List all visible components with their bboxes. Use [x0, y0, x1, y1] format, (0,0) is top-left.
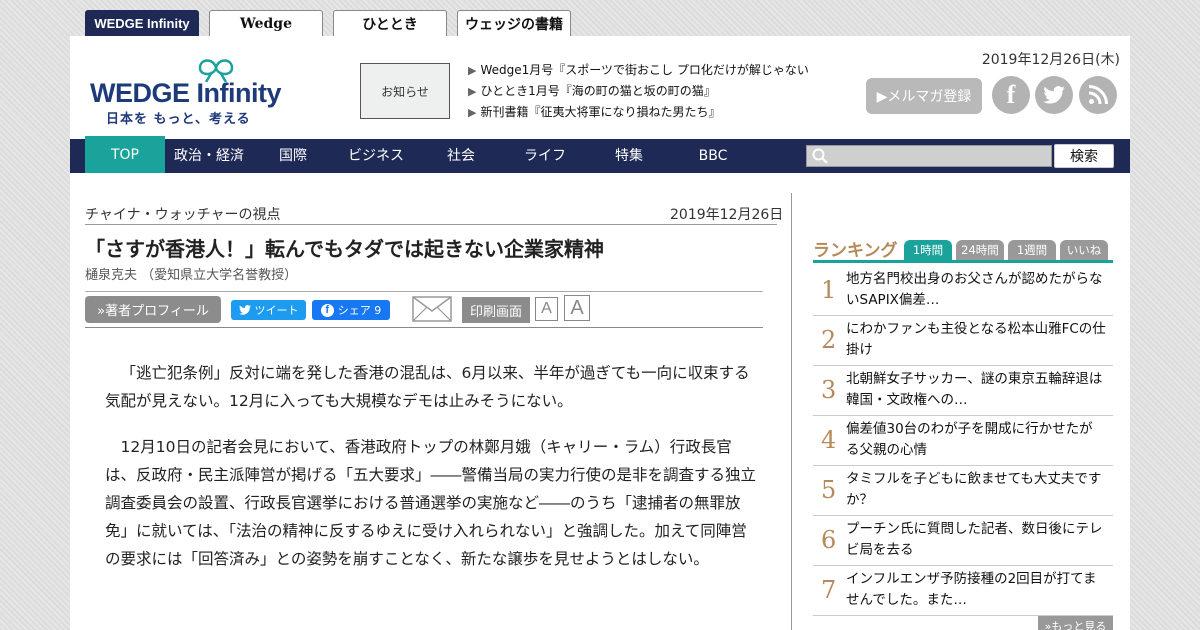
ranking-item[interactable]: 5 タミフルを子どもに飲ませても大丈夫ですか？ [813, 466, 1113, 516]
site-logo[interactable]: WEDGE Infinity 日本を もっと、考える [88, 56, 318, 127]
ranking-item[interactable]: 7 インフルエンザ予防接種の2回目が打てませんでした。また… [813, 566, 1113, 616]
ranking-item[interactable]: 3 北朝鮮女子サッカー、謎の東京五輪辞退は韓国・文政権への… [813, 366, 1113, 416]
triangle-icon: ▶ [468, 106, 477, 119]
nav-bbc[interactable]: BBC [680, 139, 746, 173]
rss-icon[interactable] [1079, 76, 1117, 114]
rank-title: タミフルを子どもに飲ませても大丈夫ですか？ [846, 471, 1102, 508]
font-size-large-button[interactable]: A [564, 295, 590, 321]
logo-wordmark: WEDGE Infinity [90, 78, 282, 108]
rank-number: 7 [821, 576, 837, 604]
rank-title: 北朝鮮女子サッカー、謎の東京五輪辞退は韓国・文政権への… [846, 371, 1103, 408]
print-button[interactable]: 印刷画面 [462, 297, 530, 323]
newsletter-signup-button[interactable]: ▶メルマガ登録 [866, 78, 982, 114]
facebook-icon[interactable]: f [992, 76, 1030, 114]
nav-politics-economy[interactable]: 政治・経済 [166, 139, 252, 173]
site-tab-wedge-infinity[interactable]: WEDGE Infinity [85, 10, 199, 36]
article-author: 樋泉克夫 （愛知県立大学名誉教授） [85, 268, 298, 283]
rank-title: インフルエンザ予防接種の2回目が打てませんでした。また… [846, 571, 1097, 608]
main-nav: TOP 政治・経済 国際 ビジネス 社会 ライフ 特集 BBC 検索 [70, 136, 1130, 173]
rank-number: 2 [821, 326, 837, 354]
rank-number: 1 [821, 276, 837, 304]
ranking-list: 1 地方名門校出身のお父さんが認めたがらないSAPIX偏差… 2 にわかファンも主役… [813, 266, 1113, 616]
author-profile-button[interactable]: »著者プロフィール [85, 296, 221, 323]
page: WEDGE Infinity 日本を もっと、考える お知らせ ▶ Wedge1月… [70, 36, 1130, 630]
ranking-item[interactable]: 1 地方名門校出身のお父さんが認めたがらないSAPIX偏差… [813, 266, 1113, 316]
ranking-title: ランキング [813, 241, 898, 261]
divider [85, 291, 763, 292]
site-tab-wedge[interactable]: Wedge [209, 10, 323, 36]
triangle-icon: ▶ [468, 64, 477, 77]
nav-business[interactable]: ビジネス [336, 139, 416, 173]
article-paragraph: 12月10日の記者会見において、香港政府トップの林鄭月娥（キャリー・ラム）行政長… [105, 438, 757, 568]
ranking-tab-likes[interactable]: いいね [1060, 240, 1108, 260]
logo-tagline: 日本を もっと、考える [106, 112, 251, 127]
site-tab-books[interactable]: ウェッジの書籍 [457, 10, 571, 36]
twitter-icon[interactable] [1035, 76, 1073, 114]
search-input[interactable] [806, 145, 1052, 167]
ranking-item[interactable]: 4 偏差値30台のわが子を開成に行かせたがる父親の心情 [813, 416, 1113, 466]
facebook-icon: f [320, 303, 334, 317]
search-icon [812, 148, 828, 164]
current-date: 2019年12月26日(木) [981, 52, 1120, 68]
ranking-tab-1w[interactable]: 1週間 [1008, 240, 1056, 260]
ranking-item[interactable]: 6 プーチン氏に質問した記者、数日後にテレビ局を去る [813, 516, 1113, 566]
series-title[interactable]: チャイナ・ウォッチャーの視点 [85, 204, 280, 224]
rank-title: プーチン氏に質問した記者、数日後にテレビ局を去る [846, 521, 1103, 558]
nav-feature[interactable]: 特集 [596, 139, 662, 173]
site-tab-hitotoki[interactable]: ひととき [333, 10, 447, 36]
rank-number: 6 [821, 526, 837, 554]
site-tabs: WEDGE Infinity Wedge ひととき ウェッジの書籍 [85, 10, 571, 36]
facebook-share-button[interactable]: f シェア 9 [312, 300, 390, 320]
ranking-item[interactable]: 2 にわかファンも主役となる松本山雅FCの仕掛け [813, 316, 1113, 366]
ranking-tab-24h[interactable]: 24時間 [956, 240, 1004, 260]
rank-title: 偏差値30台のわが子を開成に行かせたがる父親の心情 [846, 421, 1093, 458]
ranking-divider [813, 260, 1113, 263]
rank-number: 4 [821, 426, 837, 454]
tweet-button[interactable]: ツイート [231, 300, 306, 320]
article-date: 2019年12月26日 [670, 207, 784, 223]
news-list: ▶ Wedge1月号『スポーツで街おこし プロ化だけが解じゃない ▶ ひととき1月号… [468, 60, 809, 123]
mail-icon[interactable] [412, 296, 452, 322]
news-item[interactable]: ▶ Wedge1月号『スポーツで街おこし プロ化だけが解じゃない [468, 60, 809, 81]
triangle-icon: ▶ [468, 85, 477, 98]
divider [85, 224, 777, 225]
rank-title: にわかファンも主役となる松本山雅FCの仕掛け [846, 321, 1106, 358]
ranking-tab-1h[interactable]: 1時間 [904, 240, 952, 260]
ranking-more-button[interactable]: »もっと見る [1038, 616, 1113, 630]
search-button[interactable]: 検索 [1054, 144, 1114, 168]
twitter-bird-icon [238, 305, 251, 315]
font-size-small-button[interactable]: A [535, 297, 558, 321]
rank-number: 5 [821, 476, 837, 504]
nav-society[interactable]: 社会 [428, 139, 494, 173]
rank-title: 地方名門校出身のお父さんが認めたがらないSAPIX偏差… [846, 271, 1103, 308]
article-headline: 「さすが香港人！」転んでもタダでは起きない企業家精神 [85, 237, 604, 261]
rank-number: 3 [821, 376, 837, 404]
article-body: 「逃亡犯条例」反対に端を発した香港の混乱は、6月以来、半年が過ぎても一向に収束す… [105, 359, 757, 591]
divider [85, 327, 763, 328]
column-divider [791, 193, 792, 630]
nav-international[interactable]: 国際 [260, 139, 326, 173]
news-item[interactable]: ▶ ひととき1月号『海の町の猫と坂の町の猫』 [468, 81, 809, 102]
news-item[interactable]: ▶ 新刊書籍『征夷大将軍になり損ねた男たち』 [468, 102, 809, 123]
nav-life[interactable]: ライフ [510, 139, 580, 173]
article-paragraph: 「逃亡犯条例」反対に端を発した香港の混乱は、6月以来、半年が過ぎても一向に収束す… [105, 364, 750, 410]
nav-top[interactable]: TOP [85, 136, 165, 173]
notice-box[interactable]: お知らせ [360, 63, 450, 119]
